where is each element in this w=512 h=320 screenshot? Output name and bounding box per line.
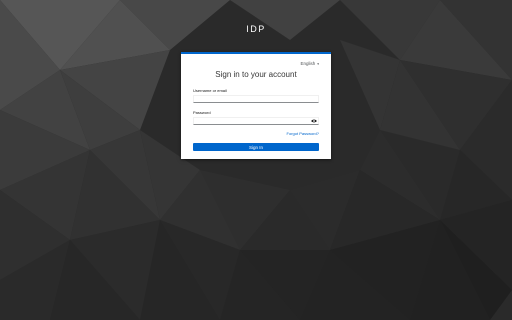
background-polygons <box>0 0 512 320</box>
show-password-button[interactable] <box>309 117 319 125</box>
password-label: Password <box>193 110 211 115</box>
page-title: Sign in to your account <box>215 70 297 79</box>
password-input[interactable] <box>193 117 319 125</box>
eye-icon <box>311 119 317 123</box>
username-label: Username or email <box>193 88 227 93</box>
sign-in-button[interactable]: Sign In <box>193 143 319 151</box>
chevron-down-icon: ▾ <box>317 62 319 66</box>
realm-title: IDP <box>246 24 266 34</box>
locale-dropdown[interactable]: English ▾ <box>300 61 319 66</box>
forgot-password-link[interactable]: Forgot Password? <box>287 131 319 136</box>
username-input[interactable] <box>193 95 319 103</box>
login-card: English ▾ Sign in to your account Usernam… <box>181 52 331 159</box>
locale-label: English <box>300 61 316 66</box>
